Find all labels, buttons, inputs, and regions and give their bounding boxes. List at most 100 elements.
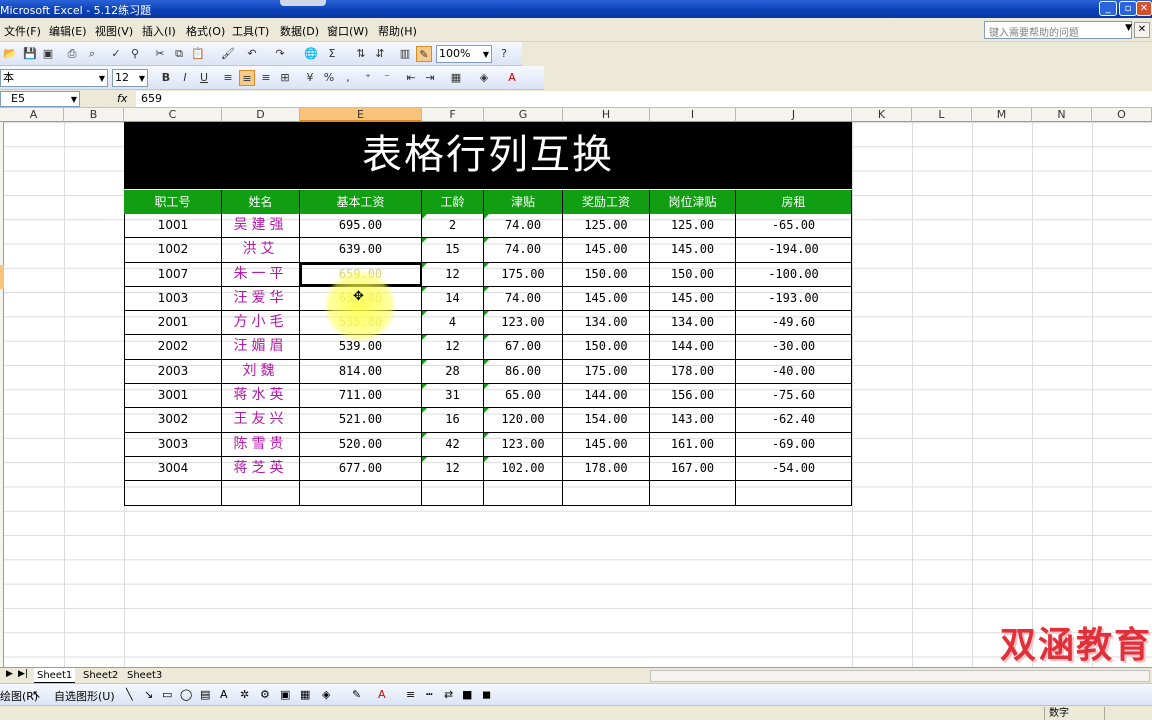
- table-cell[interactable]: 150.00: [563, 262, 650, 286]
- table-cell[interactable]: -75.60: [736, 384, 852, 408]
- table-cell[interactable]: 汪媚眉: [222, 335, 300, 359]
- table-cell[interactable]: 1001: [124, 214, 222, 238]
- column-header-i[interactable]: I: [650, 108, 736, 122]
- table-cell[interactable]: 711.00: [300, 384, 422, 408]
- table-cell[interactable]: 144.00: [563, 384, 650, 408]
- table-cell[interactable]: 15: [422, 238, 484, 262]
- table-cell[interactable]: 86.00: [484, 359, 563, 384]
- research-icon[interactable]: ⚲: [127, 46, 143, 62]
- picture-icon[interactable]: ▣: [280, 688, 290, 701]
- empty-cell[interactable]: [124, 481, 222, 505]
- name-box-dropdown-icon[interactable]: ▼: [71, 93, 77, 107]
- sort-ascending-icon[interactable]: ⇅: [353, 46, 369, 62]
- arrow-style-icon[interactable]: ⇄: [444, 688, 453, 701]
- table-cell[interactable]: 14: [422, 286, 484, 311]
- table-cell[interactable]: 520.00: [300, 432, 422, 456]
- textbox-icon[interactable]: ▤: [200, 688, 210, 701]
- table-cell[interactable]: 1007: [124, 262, 222, 286]
- table-cell[interactable]: 汪爱华: [222, 286, 300, 311]
- table-cell[interactable]: 178.00: [650, 359, 736, 384]
- table-cell[interactable]: 125.00: [563, 214, 650, 238]
- table-cell[interactable]: 145.00: [563, 238, 650, 262]
- column-header-d[interactable]: D: [222, 108, 300, 122]
- 3d-style-icon[interactable]: ◼: [482, 688, 491, 701]
- table-cell[interactable]: 123.00: [484, 311, 563, 335]
- save-icon[interactable]: 💾: [22, 46, 38, 62]
- insert-image-icon[interactable]: ▦: [300, 688, 310, 701]
- copy-icon[interactable]: ⧉: [171, 46, 187, 62]
- column-header-b[interactable]: B: [64, 108, 124, 122]
- drawing-icon[interactable]: ✎: [416, 46, 432, 62]
- table-cell[interactable]: 1002: [124, 238, 222, 262]
- table-cell[interactable]: 朱一平: [222, 262, 300, 286]
- autoshapes-button[interactable]: 自选图形(U): [54, 688, 115, 704]
- table-cell[interactable]: 12: [422, 335, 484, 359]
- align-center-icon[interactable]: ≡: [239, 70, 255, 86]
- table-cell[interactable]: 3004: [124, 456, 222, 481]
- table-cell[interactable]: 144.00: [650, 335, 736, 359]
- menu-file[interactable]: 文件(F): [4, 23, 41, 39]
- table-cell[interactable]: 145.00: [563, 432, 650, 456]
- column-header-l[interactable]: L: [912, 108, 972, 122]
- column-header-f[interactable]: F: [422, 108, 484, 122]
- table-cell[interactable]: 145.00: [650, 238, 736, 262]
- table-cell[interactable]: -69.00: [736, 432, 852, 456]
- name-box[interactable]: E5 ▼: [0, 91, 80, 107]
- increase-indent-icon[interactable]: ⇥: [422, 70, 438, 86]
- open-icon[interactable]: 📂: [2, 46, 18, 62]
- header-cell[interactable]: 姓名: [222, 190, 300, 214]
- table-cell[interactable]: 74.00: [484, 238, 563, 262]
- table-cell[interactable]: 12: [422, 262, 484, 286]
- wordart-icon[interactable]: A: [220, 688, 228, 701]
- help-dropdown-icon[interactable]: ▼: [1125, 23, 1132, 33]
- permission-icon[interactable]: ▣: [40, 46, 56, 62]
- table-cell[interactable]: 145.00: [563, 286, 650, 311]
- spreadsheet-grid[interactable]: 表格行列互换 职工号 姓名 基本工资 工龄 津贴 奖励工资 岗位津贴 房租 10…: [0, 122, 1152, 667]
- header-cell[interactable]: 津贴: [484, 190, 563, 214]
- header-cell[interactable]: 基本工资: [300, 190, 422, 214]
- currency-icon[interactable]: ¥: [302, 70, 318, 86]
- column-header-n[interactable]: N: [1032, 108, 1092, 122]
- table-cell[interactable]: 2002: [124, 335, 222, 359]
- table-cell[interactable]: -193.00: [736, 286, 852, 311]
- header-cell[interactable]: 工龄: [422, 190, 484, 214]
- cut-icon[interactable]: ✂: [152, 46, 168, 62]
- hyperlink-icon[interactable]: 🌐: [303, 46, 319, 62]
- line-color-icon[interactable]: ✎: [352, 688, 361, 701]
- sheet-title[interactable]: 表格行列互换: [124, 122, 852, 189]
- empty-cell[interactable]: [563, 481, 650, 505]
- format-painter-icon[interactable]: 🖌: [220, 46, 236, 62]
- increase-decimal-icon[interactable]: ⁺: [360, 70, 376, 86]
- menu-format[interactable]: 格式(O): [186, 23, 225, 39]
- print-icon[interactable]: ⎙: [64, 46, 80, 62]
- spelling-icon[interactable]: ✓: [108, 46, 124, 62]
- table-cell[interactable]: 28: [422, 359, 484, 384]
- selected-row-header[interactable]: [0, 265, 4, 289]
- tab-sheet1[interactable]: Sheet1: [34, 668, 76, 683]
- table-cell[interactable]: 2003: [124, 359, 222, 384]
- table-cell[interactable]: 156.00: [650, 384, 736, 408]
- row-headers[interactable]: [0, 122, 4, 667]
- table-cell[interactable]: 695.00: [300, 214, 422, 238]
- table-cell[interactable]: 洪艾: [222, 238, 300, 262]
- menu-window[interactable]: 窗口(W): [327, 23, 368, 39]
- font-name-select[interactable]: 本 ▼: [0, 69, 108, 87]
- empty-cell[interactable]: [650, 481, 736, 505]
- table-cell[interactable]: 134.00: [650, 311, 736, 335]
- table-cell[interactable]: 167.00: [650, 456, 736, 481]
- column-header-m[interactable]: M: [972, 108, 1032, 122]
- table-cell[interactable]: 150.00: [650, 262, 736, 286]
- column-header-h[interactable]: H: [563, 108, 650, 122]
- sort-descending-icon[interactable]: ⇵: [372, 46, 388, 62]
- table-cell[interactable]: 175.00: [563, 359, 650, 384]
- table-cell[interactable]: 31: [422, 384, 484, 408]
- table-cell[interactable]: -30.00: [736, 335, 852, 359]
- undo-icon[interactable]: ↶: [244, 46, 260, 62]
- merge-center-icon[interactable]: ⊞: [277, 70, 293, 86]
- table-cell[interactable]: 42: [422, 432, 484, 456]
- table-cell[interactable]: 677.00: [300, 456, 422, 481]
- table-cell[interactable]: 120.00: [484, 408, 563, 432]
- bold-button[interactable]: B: [158, 70, 174, 86]
- table-cell[interactable]: -194.00: [736, 238, 852, 262]
- active-cell[interactable]: 659.00: [300, 262, 422, 286]
